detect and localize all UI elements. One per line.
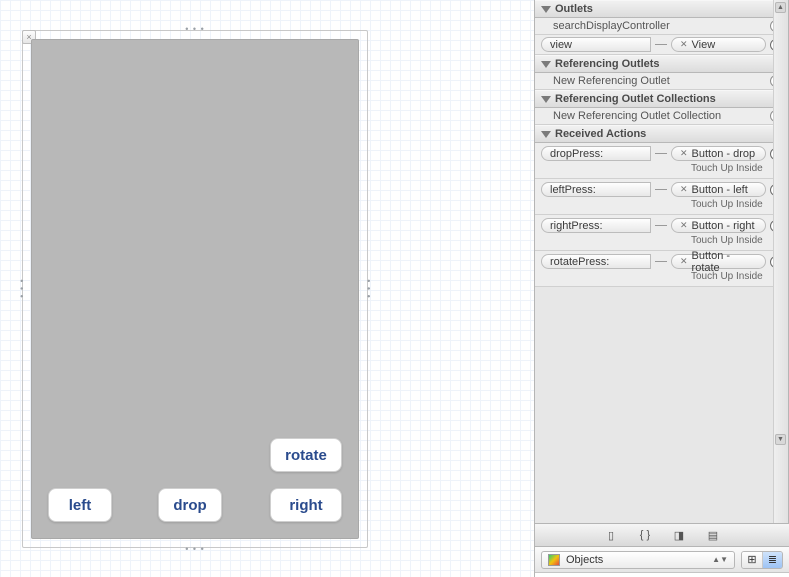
- action-target-label: Button - left: [692, 184, 748, 196]
- action-name-pill: leftPress:: [541, 182, 651, 197]
- library-view-mode-segment[interactable]: ⊞ ≣: [741, 551, 783, 569]
- section-title: Received Actions: [555, 128, 646, 140]
- outlet-target-pill[interactable]: ✕ View: [671, 37, 766, 52]
- action-name-pill: dropPress:: [541, 146, 651, 161]
- action-name-pill: rightPress:: [541, 218, 651, 233]
- inspector-scroll[interactable]: Outlets searchDisplayController view ✕ V…: [535, 0, 789, 523]
- connections-inspector: Outlets searchDisplayController view ✕ V…: [535, 0, 789, 577]
- placeholder-label: New Referencing Outlet Collection: [541, 110, 766, 122]
- action-name-pill: rotatePress:: [541, 254, 651, 269]
- action-target-label: Button - right: [692, 220, 755, 232]
- action-event-label: Touch Up Inside: [671, 198, 782, 211]
- disconnect-icon[interactable]: ✕: [680, 39, 688, 50]
- chevron-updown-icon: ▲▼: [712, 555, 728, 564]
- outlet-row[interactable]: New Referencing Outlet: [535, 73, 788, 90]
- action-event-label: Touch Up Inside: [671, 270, 782, 283]
- action-target-pill[interactable]: ✕ Button - drop: [671, 146, 766, 161]
- library-category-select[interactable]: Objects ▲▼: [541, 551, 735, 569]
- action-target-pill[interactable]: ✕ Button - left: [671, 182, 766, 197]
- outlet-row[interactable]: searchDisplayController: [535, 18, 788, 35]
- disconnect-icon[interactable]: ✕: [680, 184, 688, 195]
- disclosure-triangle-icon[interactable]: [541, 96, 551, 103]
- library-tabs: ▯ { } ◨ ▤: [535, 523, 789, 547]
- outlet-name-label: searchDisplayController: [541, 20, 766, 32]
- file-template-tab-icon[interactable]: ▯: [602, 528, 620, 542]
- library-body[interactable]: [535, 573, 789, 577]
- disclosure-triangle-icon[interactable]: [541, 6, 551, 13]
- action-target-label: Button - drop: [692, 148, 756, 160]
- library-icon: [548, 554, 560, 566]
- section-outlets-header[interactable]: Outlets: [535, 0, 788, 18]
- scroll-down-icon[interactable]: ▼: [775, 434, 786, 445]
- action-target-pill[interactable]: ✕ Button - right: [671, 218, 766, 233]
- section-title: Outlets: [555, 3, 593, 15]
- connection-line: [655, 261, 667, 262]
- section-ref-outlets-header[interactable]: Referencing Outlets: [535, 55, 788, 73]
- object-library-tab-icon[interactable]: ◨: [670, 528, 688, 542]
- connection-line: [655, 225, 667, 226]
- disconnect-icon[interactable]: ✕: [680, 220, 688, 231]
- action-row[interactable]: rightPress: ✕ Button - right Touch Up In…: [535, 215, 788, 251]
- rotate-button[interactable]: rotate: [270, 438, 342, 472]
- drop-button[interactable]: drop: [158, 488, 222, 522]
- code-snippet-tab-icon[interactable]: { }: [636, 528, 654, 542]
- action-event-label: Touch Up Inside: [671, 234, 782, 247]
- scrollbar-track[interactable]: ▲ ▼: [773, 0, 788, 523]
- list-view-icon[interactable]: ≣: [762, 552, 782, 568]
- action-row[interactable]: dropPress: ✕ Button - drop Touch Up Insi…: [535, 143, 788, 179]
- disclosure-triangle-icon[interactable]: [541, 131, 551, 138]
- connection-line: [655, 189, 667, 190]
- media-library-tab-icon[interactable]: ▤: [704, 528, 722, 542]
- scroll-up-icon[interactable]: ▲: [775, 2, 786, 13]
- disclosure-triangle-icon[interactable]: [541, 61, 551, 68]
- disconnect-icon[interactable]: ✕: [680, 148, 688, 159]
- library-bar: Objects ▲▼ ⊞ ≣: [535, 547, 789, 573]
- action-row[interactable]: leftPress: ✕ Button - left Touch Up Insi…: [535, 179, 788, 215]
- action-row[interactable]: rotatePress: ✕ Button - rotate Touch Up …: [535, 251, 788, 287]
- section-title: Referencing Outlet Collections: [555, 93, 716, 105]
- right-button[interactable]: right: [270, 488, 342, 522]
- section-ref-collections-header[interactable]: Referencing Outlet Collections: [535, 90, 788, 108]
- library-label: Objects: [566, 554, 603, 566]
- outlet-name-pill: view: [541, 37, 651, 52]
- canvas-area[interactable]: × • • •• • • • • •• • • rotate left drop…: [0, 0, 535, 577]
- outlet-row[interactable]: view ✕ View: [535, 35, 788, 55]
- view-selection-frame[interactable]: × • • •• • • • • •• • • rotate left drop…: [22, 30, 368, 548]
- root-view[interactable]: rotate left drop right: [31, 39, 359, 539]
- left-button[interactable]: left: [48, 488, 112, 522]
- action-event-label: Touch Up Inside: [671, 162, 782, 175]
- disconnect-icon[interactable]: ✕: [680, 256, 688, 267]
- action-target-pill[interactable]: ✕ Button - rotate: [671, 254, 766, 269]
- connection-line: [655, 44, 667, 45]
- outlet-target-label: View: [692, 39, 716, 51]
- section-title: Referencing Outlets: [555, 58, 660, 70]
- grid-view-icon[interactable]: ⊞: [742, 552, 762, 568]
- connection-line: [655, 153, 667, 154]
- section-actions-header[interactable]: Received Actions: [535, 125, 788, 143]
- outlet-row[interactable]: New Referencing Outlet Collection: [535, 108, 788, 125]
- placeholder-label: New Referencing Outlet: [541, 75, 766, 87]
